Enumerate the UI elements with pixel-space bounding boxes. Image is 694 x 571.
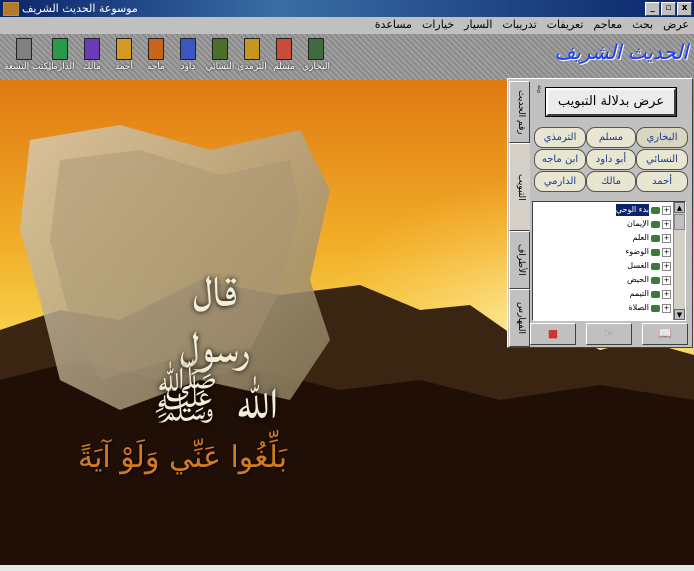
status-strip	[0, 565, 694, 571]
key-icon: ⚷	[535, 84, 543, 95]
toolbar-nine-books[interactable]: الكتب التسعة	[4, 36, 54, 78]
tree-item-label: التيمم	[629, 289, 649, 298]
expand-icon[interactable]: +	[662, 247, 671, 257]
expand-icon[interactable]: +	[662, 275, 671, 285]
book-icon	[651, 220, 660, 228]
tree-item-label: الغسل	[627, 261, 649, 270]
book-muslim-button[interactable]: مسلم	[586, 127, 636, 148]
book-icon	[116, 38, 132, 60]
book-darimi-button[interactable]: الدارمي	[534, 171, 586, 192]
tree-item[interactable]: + العلم	[632, 232, 671, 244]
tree-item[interactable]: + التيمم	[630, 288, 671, 300]
display-by-tabwib-button[interactable]: عرض بدلالة التبويب	[546, 88, 676, 116]
expand-icon[interactable]: +	[662, 289, 671, 299]
book-icon	[276, 38, 292, 60]
menu-sayyar[interactable]: السيار	[459, 17, 497, 34]
book-icon	[651, 234, 660, 242]
tree-item-label: العلم	[632, 233, 650, 242]
expand-icon[interactable]: +	[662, 205, 671, 215]
book-icon	[180, 38, 196, 60]
tree-scrollbar[interactable]: ▲ ▼	[673, 202, 685, 320]
maximize-button[interactable]: ▫	[661, 2, 676, 16]
book-icon	[651, 248, 660, 256]
close-book-button[interactable]: ■	[530, 323, 576, 345]
tree-item-label: الحيض	[626, 275, 649, 284]
minimize-button[interactable]: _	[645, 2, 660, 16]
book-icon	[212, 38, 228, 60]
menu-dictionaries[interactable]: معاجم	[588, 17, 627, 34]
book-selector: البخاري مسلم الترمذي النسائي أبو داود اب…	[532, 127, 688, 197]
vertical-tabs: رقم الحديث التبويب الأطراف الفهارس	[508, 79, 530, 347]
menu-exercises[interactable]: تدريبات	[497, 17, 541, 34]
menu-view[interactable]: عرض	[658, 17, 694, 34]
tree-item-label: الوضوء	[625, 247, 649, 256]
toolbar-label: الكتب التسعة	[4, 62, 54, 72]
books-icon	[16, 38, 32, 60]
menu-help[interactable]: مساعدة	[370, 17, 417, 34]
menu-definitions[interactable]: تعريفات	[542, 17, 589, 34]
expand-icon[interactable]: +	[662, 233, 671, 243]
slogan-text: بَلِّغُوا عَنِّي وَلَوْ آيَةً	[78, 440, 288, 475]
book-bukhari-button[interactable]: البخاري	[636, 127, 688, 148]
calligraphy: قال رسول الله ﷺ	[151, 255, 279, 432]
title-bar: موسوعة الحديث الشريف _ ▫ x	[0, 0, 694, 17]
book-icon	[84, 38, 100, 60]
chapter-tree[interactable]: ▲ ▼ + بدء الوحي + الإيمان + العلم + الوضوء +…	[532, 201, 686, 321]
app-icon[interactable]	[3, 2, 19, 16]
book-icon	[148, 38, 164, 60]
book-icon	[651, 304, 660, 312]
book-icon	[52, 38, 68, 60]
scroll-thumb[interactable]	[674, 214, 685, 230]
tab-indexes[interactable]: الفهارس	[509, 289, 530, 347]
expand-icon[interactable]: +	[662, 303, 671, 313]
menu-search[interactable]: بحث	[627, 17, 658, 34]
tree-item[interactable]: + الصلاة	[628, 302, 671, 314]
book-icon	[651, 290, 660, 298]
tree-item-label: الصلاة	[628, 303, 649, 312]
book-icon	[651, 262, 660, 270]
window-title: موسوعة الحديث الشريف	[22, 2, 138, 15]
tree-item[interactable]: + الإيمان	[627, 218, 671, 230]
book-nasai-button[interactable]: النسائي	[636, 149, 688, 170]
book-icon	[651, 276, 660, 284]
scroll-down-icon[interactable]: ▼	[674, 309, 685, 320]
expand-icon[interactable]: +	[662, 261, 671, 271]
tab-atraf[interactable]: الأطراف	[509, 231, 530, 289]
book-icon	[244, 38, 260, 60]
book-tirmidhi-button[interactable]: الترمذي	[534, 127, 586, 148]
tab-hadith-number[interactable]: رقم الحديث	[509, 81, 530, 143]
open-book-button[interactable]: 📖	[642, 323, 688, 345]
tree-item[interactable]: + الوضوء	[626, 246, 671, 258]
search-panel: رقم الحديث التبويب الأطراف الفهارس ⚷ عرض…	[507, 78, 693, 348]
menu-bar: عرض بحث معاجم تعريفات تدريبات السيار خيا…	[0, 17, 694, 34]
tree-item[interactable]: + الحيض	[627, 274, 671, 286]
tree-item[interactable]: + بدء الوحي	[615, 204, 671, 216]
app-logo: الحديث الشريف	[554, 40, 688, 64]
book-ibnmajah-button[interactable]: ابن ماجه	[534, 149, 586, 170]
tab-tabwib[interactable]: التبويب	[509, 143, 530, 231]
tree-item-label: بدء الوحي	[615, 204, 649, 216]
scroll-up-icon[interactable]: ▲	[674, 202, 685, 213]
pointer-button[interactable]: ☞	[586, 323, 632, 345]
window-controls: _ ▫ x	[645, 2, 692, 16]
book-abudawud-button[interactable]: أبو داود	[586, 149, 636, 170]
book-ahmad-button[interactable]: أحمد	[636, 171, 688, 192]
book-icon	[308, 38, 324, 60]
panel-actions: 📖 ☞ ■	[530, 323, 688, 345]
book-malik-button[interactable]: مالك	[586, 171, 636, 192]
tree-item[interactable]: + الغسل	[627, 260, 671, 272]
close-button[interactable]: x	[677, 2, 692, 16]
book-icon	[651, 206, 660, 214]
tree-item-label: الإيمان	[627, 219, 649, 228]
expand-icon[interactable]: +	[662, 219, 671, 229]
menu-options[interactable]: خيارات	[417, 17, 459, 34]
